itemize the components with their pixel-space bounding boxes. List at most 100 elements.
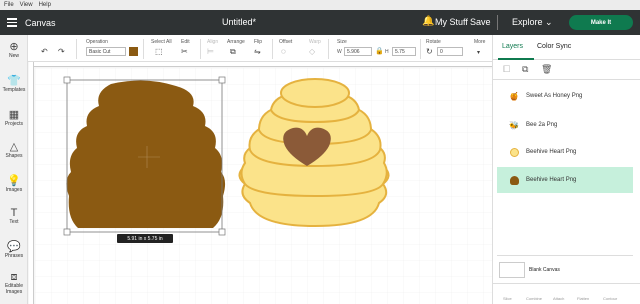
align-label: Align xyxy=(207,39,219,45)
sidebar-item-new[interactable]: ⊕ New xyxy=(0,41,28,59)
sidebar-item-label: Editable Images xyxy=(4,283,24,295)
width-input[interactable]: 5.906 xyxy=(344,47,372,56)
divider xyxy=(200,39,201,59)
flatten-button[interactable]: Flatten xyxy=(577,296,589,301)
left-sidebar: ⊕ New 👕 Templates ▦ Projects △ Shapes 💡 Image… xyxy=(0,35,28,304)
bee-icon: 🐝 xyxy=(509,120,519,130)
resize-handle[interactable] xyxy=(63,228,71,236)
blank-canvas-item[interactable]: Blank Canvas xyxy=(497,255,633,283)
attach-button[interactable]: Attach xyxy=(553,296,564,301)
menu-view[interactable]: View xyxy=(20,2,33,8)
undo-icon[interactable]: ↶ xyxy=(41,47,48,56)
layer-bottom-tools: Slice Combine Attach Flatten Contour xyxy=(493,283,640,304)
align-icon[interactable]: ⊨ xyxy=(207,47,214,56)
divider xyxy=(497,15,498,30)
layer-name: Bee 2a Png xyxy=(526,122,558,128)
hamburger-menu-icon[interactable] xyxy=(7,18,17,27)
blank-canvas-label: Blank Canvas xyxy=(529,266,560,273)
size-label: Size xyxy=(337,39,347,45)
explore-label: Explore xyxy=(512,17,543,27)
divider xyxy=(76,39,77,59)
redo-icon[interactable]: ↷ xyxy=(58,47,65,56)
chevron-down-icon: ⌄ xyxy=(545,17,553,27)
dimension-tooltip: 5.91 in x 5.75 in xyxy=(117,234,173,243)
divider xyxy=(420,39,421,59)
sidebar-item-label: Phrases xyxy=(4,253,24,259)
beehive-heart-icon xyxy=(507,145,521,159)
operation-label: Operation xyxy=(86,39,108,45)
panel-tabs: Layers Color Sync xyxy=(493,35,640,60)
resize-handle[interactable] xyxy=(218,76,226,84)
chevron-down-icon[interactable]: ▾ xyxy=(477,49,480,56)
contour-button[interactable]: Contour xyxy=(603,296,617,301)
sidebar-item-editable-images[interactable]: ⧈ Editable Images xyxy=(0,271,28,295)
height-input[interactable]: 5.75 xyxy=(392,47,416,56)
more-label[interactable]: More xyxy=(474,39,485,45)
sidebar-item-projects[interactable]: ▦ Projects xyxy=(0,109,28,127)
rotate-label: Rotate xyxy=(426,39,441,45)
bell-icon[interactable]: 🔔 xyxy=(422,16,434,27)
sidebar-item-label: Images xyxy=(5,187,23,193)
layer-item[interactable]: Beehive Heart Png xyxy=(497,139,633,165)
resize-handle[interactable] xyxy=(218,228,226,236)
duplicate-icon[interactable]: ⧉ xyxy=(522,64,528,75)
top-bar: Canvas Untitled* 🔔 My Stuff Save Explore… xyxy=(0,10,640,35)
operation-select[interactable]: Basic Cut xyxy=(86,47,126,56)
sidebar-item-label: Projects xyxy=(4,121,24,127)
flip-icon[interactable]: ⇋ xyxy=(254,47,261,56)
trash-icon[interactable]: 🗑 xyxy=(541,64,552,75)
layers-panel: Layers Color Sync ⧠ ⧉ 🗑 🍯 Sweet As Honey … xyxy=(492,35,640,304)
layer-item[interactable]: 🍯 Sweet As Honey Png xyxy=(497,83,633,109)
arrange-icon[interactable]: ⧉ xyxy=(230,47,236,57)
menu-file[interactable]: File xyxy=(4,2,14,8)
sidebar-item-label: New xyxy=(8,53,19,59)
layer-item-selected[interactable]: Beehive Heart Png xyxy=(497,167,633,193)
blank-canvas-swatch xyxy=(499,261,525,278)
rotate-icon[interactable]: ↻ xyxy=(426,47,433,56)
layer-item[interactable]: 🐝 Bee 2a Png xyxy=(497,112,633,138)
select-all-icon[interactable]: ⬚ xyxy=(155,47,163,56)
layer-name: Sweet As Honey Png xyxy=(526,93,583,99)
explore-menu[interactable]: Explore ⌄ xyxy=(512,17,553,28)
plus-icon: ⊕ xyxy=(9,41,19,53)
sidebar-item-shapes[interactable]: △ Shapes xyxy=(0,141,28,159)
my-stuff-link[interactable]: My Stuff xyxy=(435,17,468,27)
edit-scissors-icon[interactable]: ✂ xyxy=(181,47,188,56)
offset-label: Offset xyxy=(279,39,293,45)
color-swatch[interactable] xyxy=(129,47,138,56)
combine-button[interactable]: Combine xyxy=(526,296,542,301)
menu-bar: File View Help xyxy=(0,0,640,10)
slice-button[interactable]: Slice xyxy=(503,296,512,301)
honey-text-icon: 🍯 xyxy=(509,91,519,101)
group-icon[interactable]: ⧠ xyxy=(503,64,510,75)
section-title: Canvas xyxy=(25,17,56,28)
divider xyxy=(272,39,273,59)
shirt-icon: 👕 xyxy=(7,75,21,87)
document-title[interactable]: Untitled* xyxy=(222,17,256,27)
rotate-input[interactable]: 0 xyxy=(437,47,463,56)
horizontal-ruler xyxy=(34,62,492,67)
sidebar-item-images[interactable]: 💡 Images xyxy=(0,175,28,193)
flip-label: Flip xyxy=(254,39,263,45)
divider xyxy=(143,39,144,59)
shapes-icon: △ xyxy=(9,141,19,153)
tab-color-sync[interactable]: Color Sync xyxy=(537,43,571,50)
tab-layers[interactable]: Layers xyxy=(502,43,523,50)
vertical-ruler xyxy=(29,62,34,304)
warp-icon[interactable]: ◇ xyxy=(309,47,315,56)
resize-handle[interactable] xyxy=(63,76,71,84)
lock-icon[interactable]: 🔒 xyxy=(375,47,384,55)
sidebar-item-templates[interactable]: 👕 Templates xyxy=(0,75,28,93)
sidebar-item-phrases[interactable]: 💬 Phrases xyxy=(0,241,28,259)
width-label: W xyxy=(337,49,342,55)
offset-icon[interactable]: ◌ xyxy=(281,47,286,56)
design-canvas[interactable]: 5.91 in x 5.75 in xyxy=(35,68,492,304)
warp-label: Warp xyxy=(309,39,321,45)
menu-help[interactable]: Help xyxy=(39,2,51,8)
make-it-button[interactable]: Make It xyxy=(569,15,633,30)
save-button[interactable]: Save xyxy=(470,17,491,27)
projects-icon: ▦ xyxy=(8,109,20,121)
edit-toolbar: ↶ ↷ Operation Basic Cut Select All ⬚ Edi… xyxy=(0,35,492,62)
sidebar-item-label: Templates xyxy=(2,87,26,93)
sidebar-item-text[interactable]: T Text xyxy=(0,207,28,225)
